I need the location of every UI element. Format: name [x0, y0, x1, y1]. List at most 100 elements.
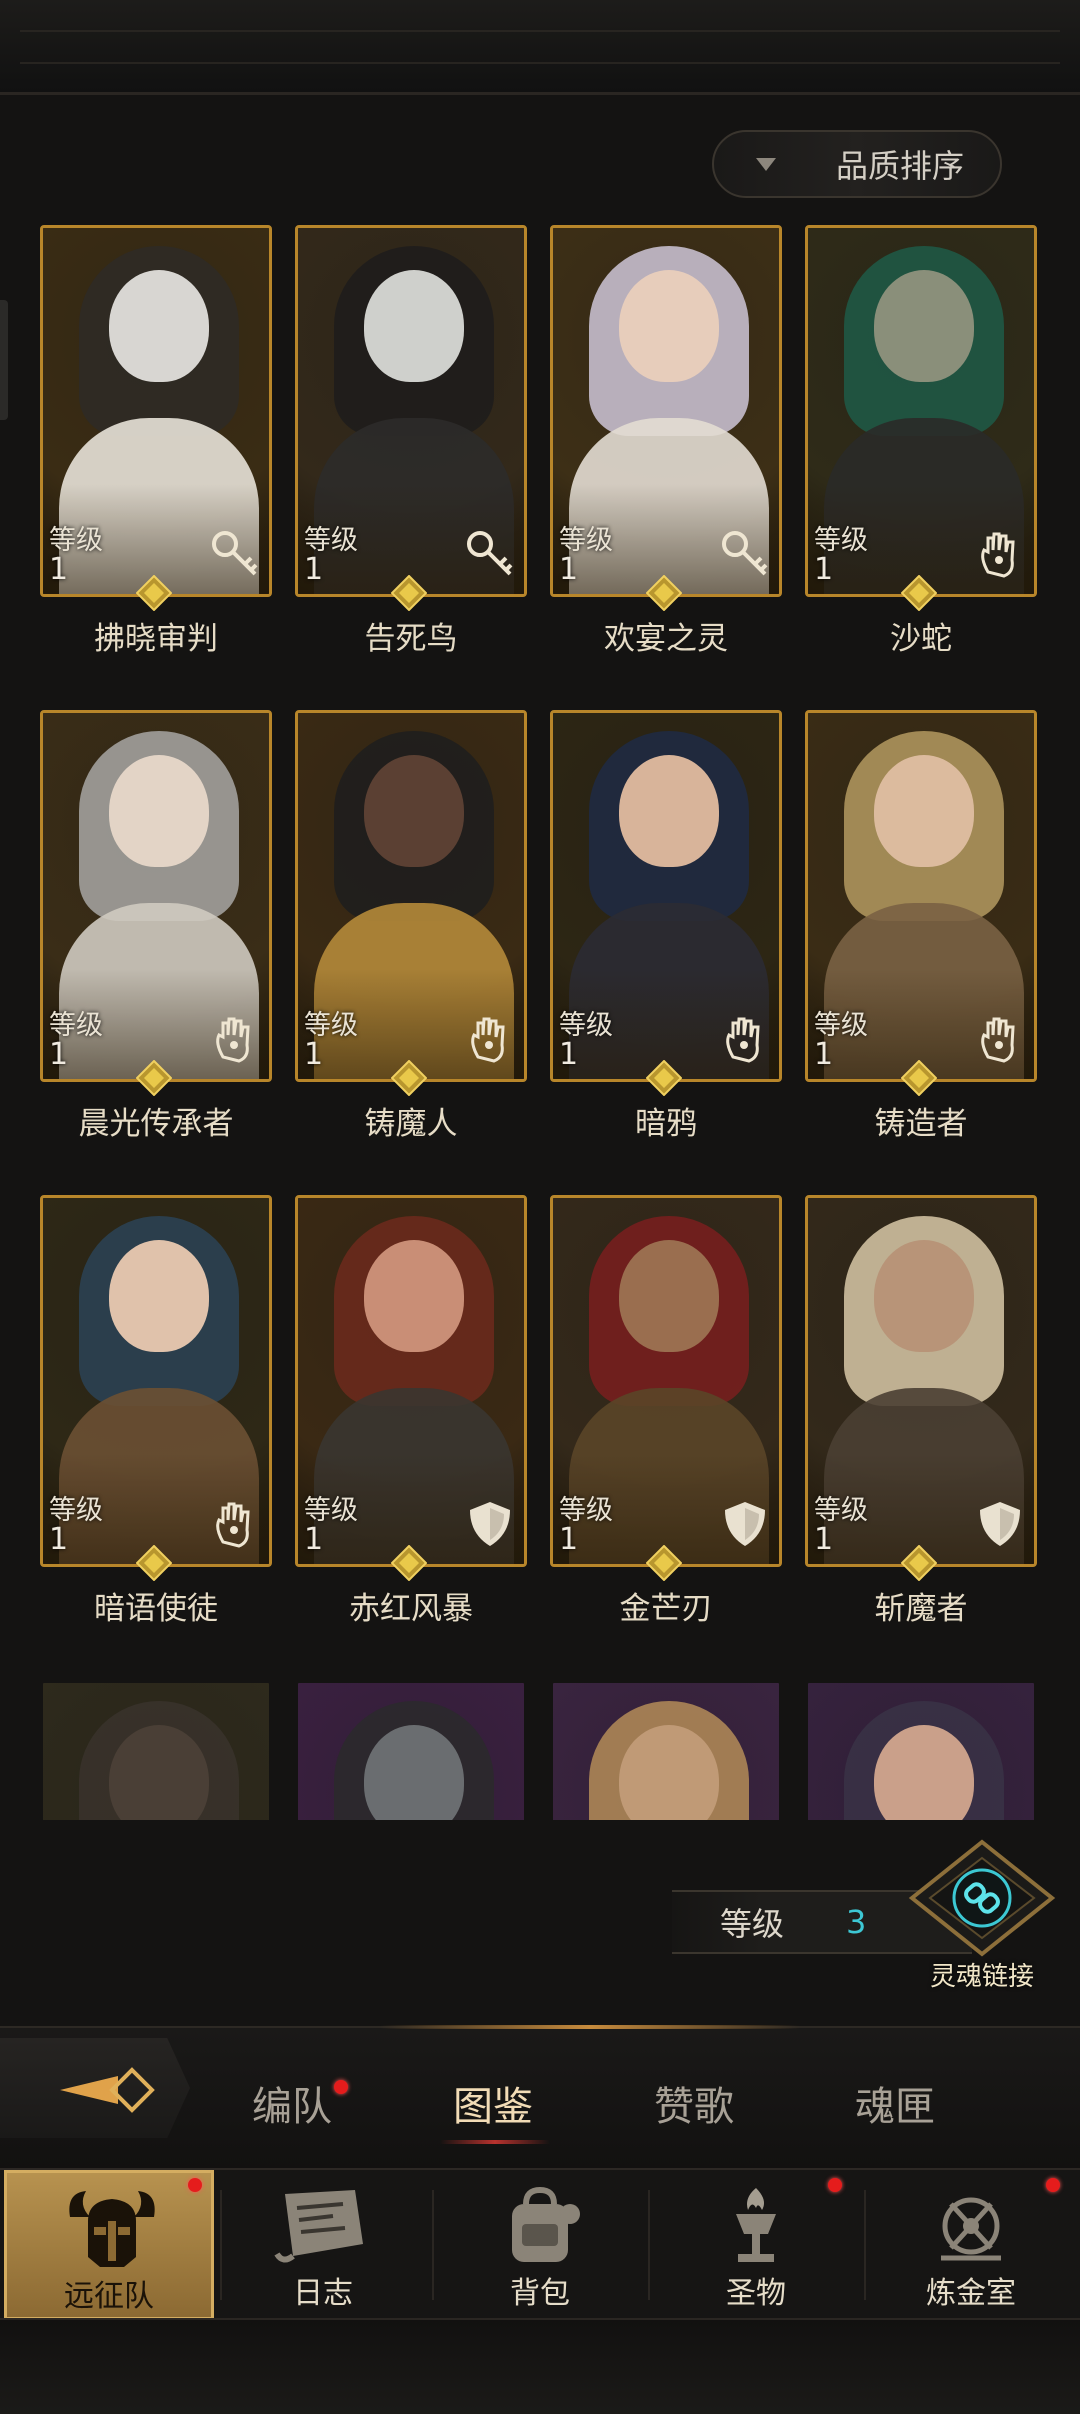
hero-level-value: 1: [814, 1522, 834, 1557]
shield-icon: [974, 1498, 1026, 1550]
hero-name: 晨光传承者: [78, 1106, 234, 1142]
hero-name: 欢宴之灵: [604, 621, 728, 657]
top-ornament: [20, 30, 1060, 64]
hero-name: 铸造者: [874, 1106, 968, 1142]
quality-sort-label: 品质排序: [836, 147, 965, 185]
hero-portrait: 等级 1: [40, 1195, 272, 1567]
nav-backpack-label: 背包: [510, 2276, 570, 2311]
level-bar-label: 等级: [720, 1905, 785, 1943]
hero-face: [619, 270, 719, 382]
scroll-map-icon: [274, 2190, 363, 2263]
hero-name: 告死鸟: [364, 621, 458, 657]
nav-alchemy[interactable]: 炼金室: [866, 2170, 1076, 2320]
palm-icon: [209, 1498, 261, 1550]
hero-portrait: 等级 1: [805, 225, 1037, 597]
hero-portrait: 等级 1: [40, 710, 272, 1082]
hero-level-value: 1: [304, 552, 324, 587]
nav-relics-label: 圣物: [726, 2276, 786, 2311]
hero-portrait: 等级 1: [295, 710, 527, 1082]
tab-soul-box[interactable]: 魂匣: [855, 2074, 935, 2132]
hero-level-value: 1: [814, 552, 834, 587]
palm-icon: [974, 1013, 1026, 1065]
tab-bar-glow: [380, 2025, 800, 2029]
diamond-gem-icon: [136, 1545, 172, 1581]
hero-face: [874, 1240, 974, 1352]
tab-formation[interactable]: 编队: [252, 2074, 332, 2132]
hero-face: [874, 755, 974, 867]
alchemy-icon: [941, 2197, 1001, 2261]
diamond-gem-icon: [391, 1060, 427, 1096]
hero-level-value: 1: [49, 1037, 69, 1072]
hero-portrait: 等级 1: [295, 1195, 527, 1567]
hero-portrait: [805, 1680, 1037, 1820]
torch-chalice-icon: [736, 2188, 776, 2262]
back-arrow-icon: [60, 2067, 155, 2113]
hero-level-value: 1: [814, 1037, 834, 1072]
diamond-gem-icon: [646, 1545, 682, 1581]
back-button[interactable]: [0, 2038, 190, 2138]
hero-face: [364, 1240, 464, 1352]
active-tab-underline: [440, 2140, 550, 2144]
nav-relics[interactable]: 圣物: [651, 2170, 861, 2320]
shield-icon: [464, 1498, 516, 1550]
diamond-gem-icon: [646, 1060, 682, 1096]
horned-helmet-icon: [69, 2191, 155, 2267]
hero-level-value: 1: [559, 552, 579, 587]
nav-alchemy-notification-dot: [1046, 2178, 1060, 2192]
hero-level-value: 1: [49, 1522, 69, 1557]
tab-hymn[interactable]: 赞歌: [654, 2074, 734, 2132]
hero-face: [109, 1240, 209, 1352]
soul-link-button[interactable]: 灵魂链接: [904, 1838, 1060, 1998]
nav-backpack[interactable]: 背包: [435, 2170, 645, 2320]
hero-portrait: 等级 1: [40, 225, 272, 597]
tab-codex[interactable]: 图鉴: [453, 2074, 533, 2132]
palm-icon: [209, 1013, 261, 1065]
key-icon: [209, 528, 261, 580]
diamond-gem-icon: [901, 575, 937, 611]
diamond-gem-icon: [646, 575, 682, 611]
diamond-gem-icon: [901, 1545, 937, 1581]
palm-icon: [464, 1013, 516, 1065]
hero-portrait: [550, 1680, 782, 1820]
nav-expedition-label: 远征队: [64, 2279, 154, 2314]
diamond-gem-icon: [391, 1545, 427, 1581]
hero-name: 赤红风暴: [349, 1591, 473, 1627]
bottom-navigation: 远征队 日志 背包 圣物 炼金室: [0, 2168, 1080, 2320]
nav-separator: [648, 2190, 650, 2300]
shield-icon: [719, 1498, 771, 1550]
nav-journal-label: 日志: [293, 2276, 353, 2311]
hero-collection-grid[interactable]: 等级 1 拂晓审判 等级 1 告死鸟 等级 1 欢宴之灵 等级 1 沙蛇 等级 1 晨光传承者 等级 1 铸魔人等…: [40, 225, 1050, 1820]
nav-alchemy-label: 炼金室: [926, 2276, 1016, 2311]
level-bar-value: 3: [846, 1903, 867, 1941]
key-icon: [464, 528, 516, 580]
quality-sort-button[interactable]: 品质排序: [712, 130, 1002, 198]
hero-face: [619, 755, 719, 867]
hero-name: 铸魔人: [364, 1106, 458, 1142]
nav-relics-notification-dot: [828, 2178, 842, 2192]
nav-expedition-notification-dot: [188, 2178, 202, 2192]
hero-name: 暗语使徒: [94, 1591, 218, 1627]
diamond-gem-icon: [391, 575, 427, 611]
nav-expedition[interactable]: 远征队: [4, 2170, 214, 2320]
diamond-gem-icon: [136, 1060, 172, 1096]
hero-portrait: 等级 1: [295, 225, 527, 597]
diamond-gem-icon: [136, 575, 172, 611]
left-edge-handle: [0, 300, 8, 420]
chain-link-icon: [908, 1839, 1056, 1957]
diamond-gem-icon: [901, 1060, 937, 1096]
bottom-frame: [0, 2318, 1080, 2414]
dropdown-triangle-icon: [756, 157, 776, 171]
hero-portrait: 等级 1: [550, 225, 782, 597]
hero-face: [364, 270, 464, 382]
hero-name: 暗鸦: [635, 1106, 697, 1142]
hero-level-value: 1: [304, 1037, 324, 1072]
hero-level-value: 1: [559, 1522, 579, 1557]
hero-face: [109, 755, 209, 867]
soul-link-label: 灵魂链接: [929, 1962, 1034, 1992]
key-icon: [719, 528, 771, 580]
hero-name: 拂晓审判: [94, 621, 218, 657]
hero-name: 沙蛇: [890, 621, 952, 657]
hero-level-value: 1: [49, 552, 69, 587]
palm-icon: [719, 1013, 771, 1065]
nav-journal[interactable]: 日志: [218, 2170, 428, 2320]
